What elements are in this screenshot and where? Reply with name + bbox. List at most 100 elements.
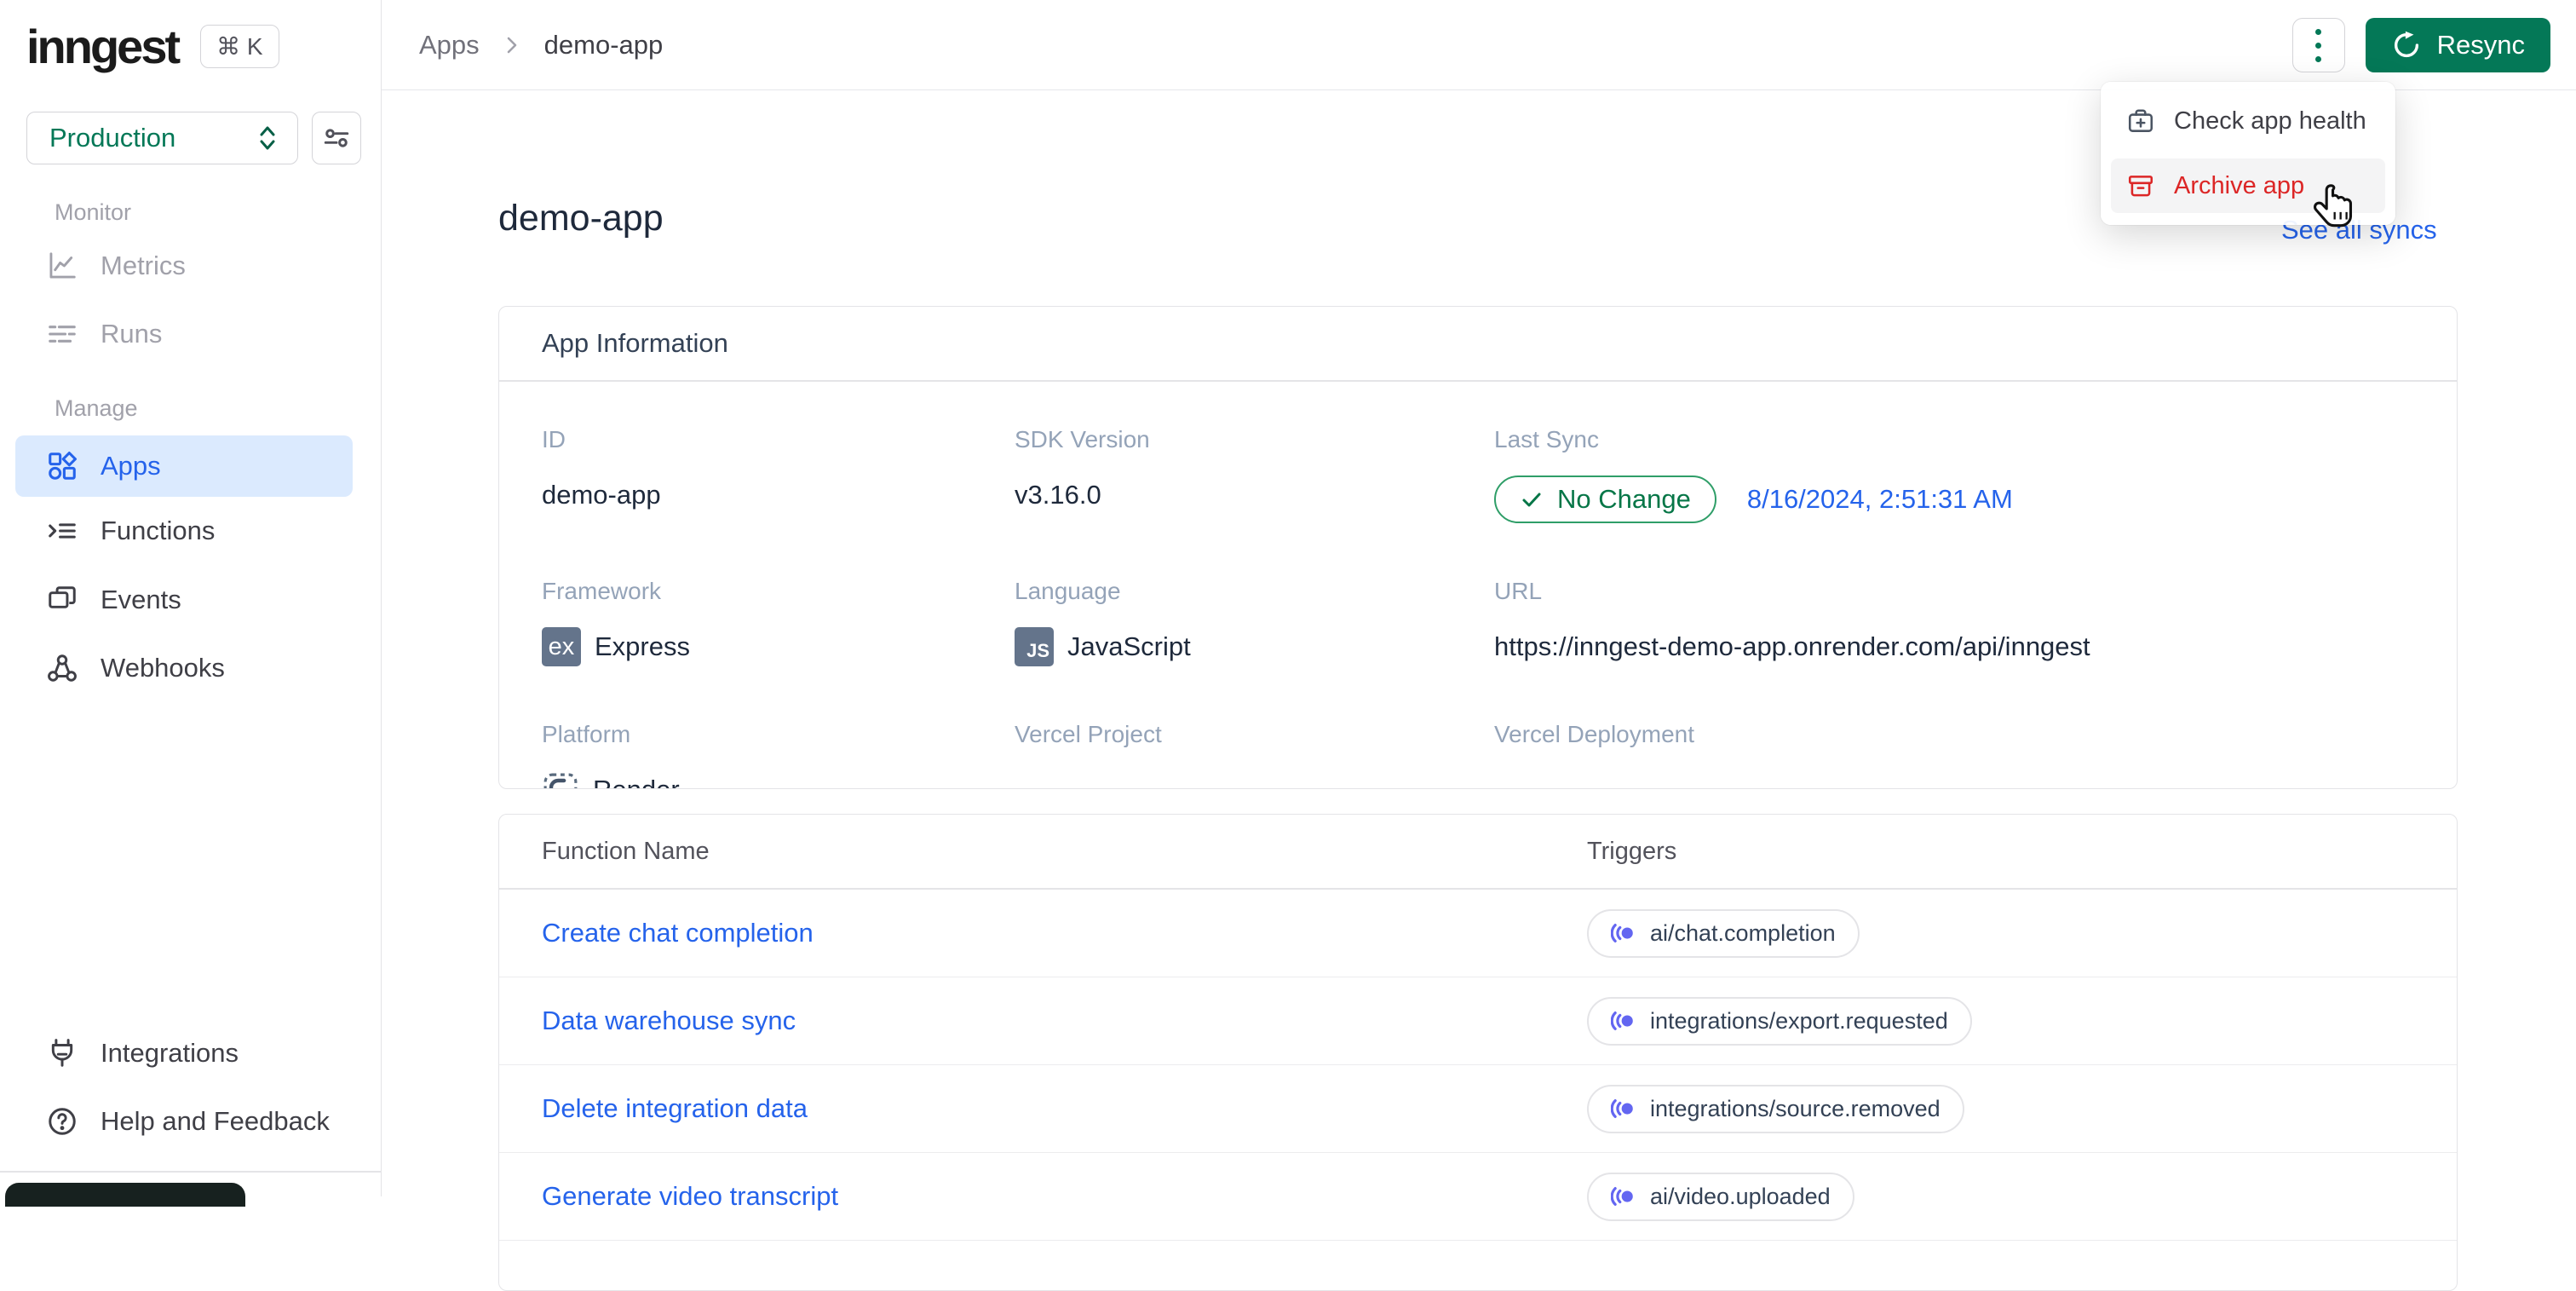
function-link[interactable]: Generate video transcript <box>542 1181 1587 1212</box>
functions-table-card: Function Name Triggers Create chat compl… <box>498 814 2458 1291</box>
sidebar-item-integrations[interactable]: Integrations <box>15 1023 353 1084</box>
sidebar-item-label: Webhooks <box>101 653 225 683</box>
field-vercel-deployment: Vercel Deployment - <box>1494 721 2414 788</box>
field-label: Vercel Project <box>1015 721 1162 747</box>
sidebar-item-label: Events <box>101 585 181 614</box>
sidebar-item-functions[interactable]: Functions <box>15 500 353 562</box>
trigger-badge: integrations/export.requested <box>1587 996 1972 1046</box>
trigger-badge: ai/chat.completion <box>1587 908 1860 958</box>
refresh-icon <box>2391 30 2422 61</box>
trigger-name: ai/video.uploaded <box>1650 1183 1831 1209</box>
sidebar-section-manage: Manage <box>55 395 138 421</box>
kebab-dot <box>2315 55 2322 62</box>
webhooks-icon <box>46 652 78 684</box>
trigger-name: integrations/source.removed <box>1650 1095 1941 1121</box>
sidebar-item-help-feedback[interactable]: Help and Feedback <box>15 1091 353 1152</box>
field-label: Framework <box>542 578 662 604</box>
sliders-icon <box>322 124 351 153</box>
sidebar-item-runs[interactable]: Runs <box>15 303 353 365</box>
mouse-cursor-pointer <box>2310 181 2363 233</box>
environment-filter-button[interactable] <box>312 112 361 164</box>
chevron-right-icon <box>502 33 522 57</box>
field-vercel-project: Vercel Project - <box>1015 721 1494 788</box>
table-row: Generate video transcript ai/video.uploa… <box>499 1153 2457 1241</box>
menu-item-check-app-health[interactable]: Check app health <box>2111 94 2385 148</box>
chart-line-icon <box>46 250 78 282</box>
page-title: demo-app <box>498 198 664 239</box>
function-link[interactable]: Data warehouse sync <box>542 1006 1587 1036</box>
app-actions-menu-button[interactable] <box>2291 18 2345 72</box>
breadcrumb-apps[interactable]: Apps <box>419 30 480 61</box>
sidebar-item-label: Runs <box>101 319 163 349</box>
event-trigger-icon <box>1611 1011 1633 1030</box>
sidebar-item-apps[interactable]: Apps <box>15 435 353 497</box>
field-sdk-version: SDK Version v3.16.0 <box>1015 426 1494 523</box>
sync-status-badge: No Change <box>1494 475 1716 523</box>
sidebar-item-label: Functions <box>101 516 216 545</box>
table-row: Create chat completion ai/chat.completio… <box>499 890 2457 977</box>
field-label: Vercel Deployment <box>1494 721 1695 747</box>
function-link[interactable]: Create chat completion <box>542 918 1587 948</box>
trigger-name: integrations/export.requested <box>1650 1007 1948 1034</box>
environment-row: Production <box>26 112 361 164</box>
field-value: - <box>1494 770 2414 788</box>
logo-row: inngest ⌘ K <box>26 19 279 74</box>
command-k-shortcut[interactable]: ⌘ K <box>200 25 279 68</box>
field-label: Last Sync <box>1494 426 1599 452</box>
field-last-sync: Last Sync No Change 8/16/2024, 2:51:31 A… <box>1494 426 2414 523</box>
app-information-title: App Information <box>499 307 2457 382</box>
app-information-card: App Information ID demo-app SDK Version … <box>498 306 2458 789</box>
sidebar-item-label: Apps <box>101 451 161 481</box>
archive-box-icon <box>2126 171 2155 200</box>
breadcrumb-current: demo-app <box>543 29 664 60</box>
render-icon <box>542 771 579 788</box>
event-trigger-icon <box>1611 1099 1633 1118</box>
field-label: Language <box>1015 578 1121 604</box>
trigger-name: ai/chat.completion <box>1650 919 1836 946</box>
event-trigger-icon <box>1611 1187 1633 1206</box>
health-kit-icon <box>2126 107 2155 135</box>
field-url: URL https://inngest-demo-app.onrender.co… <box>1494 578 2414 666</box>
field-value: ex Express <box>542 627 1015 666</box>
field-label: Platform <box>542 721 631 747</box>
event-trigger-icon <box>1611 924 1633 942</box>
sidebar-item-events[interactable]: Events <box>15 569 353 631</box>
field-id: ID demo-app <box>542 426 1015 523</box>
chevron-updown-icon <box>255 124 280 153</box>
function-link[interactable]: Delete integration data <box>542 1093 1587 1124</box>
sync-status-text: No Change <box>1557 484 1691 514</box>
inngest-logo: inngest <box>26 20 181 73</box>
events-icon <box>46 584 78 616</box>
topbar-actions: Resync <box>2291 18 2550 72</box>
breadcrumb: Apps demo-app <box>419 30 663 61</box>
sidebar: inngest ⌘ K Production Monitor Metrics R… <box>0 0 382 1207</box>
table-row: Data warehouse sync integrations/export.… <box>499 977 2457 1065</box>
sidebar-footer-divider <box>0 1171 382 1173</box>
field-value: https://inngest-demo-app.onrender.com/ap… <box>1494 631 2090 661</box>
last-sync-timestamp[interactable]: 8/16/2024, 2:51:31 AM <box>1747 484 2013 515</box>
sidebar-section-monitor: Monitor <box>55 199 132 225</box>
help-circle-icon <box>46 1105 78 1138</box>
field-language: Language JS JavaScript <box>1015 578 1494 666</box>
environment-select-value: Production <box>49 123 176 153</box>
resync-label: Resync <box>2436 30 2525 60</box>
field-label: SDK Version <box>1015 426 1150 452</box>
kebab-dot <box>2315 28 2322 35</box>
functions-icon <box>46 515 78 547</box>
resync-button[interactable]: Resync <box>2365 18 2550 72</box>
sidebar-item-label: Help and Feedback <box>101 1106 330 1136</box>
menu-item-label: Archive app <box>2174 171 2305 199</box>
environment-select[interactable]: Production <box>26 112 298 164</box>
sidebar-item-label: Metrics <box>101 251 186 280</box>
platform-name: Render <box>593 775 680 788</box>
profile-menu-partial[interactable] <box>5 1183 245 1207</box>
trigger-badge: ai/video.uploaded <box>1587 1172 1854 1221</box>
field-platform: Platform Render <box>542 721 1015 788</box>
kebab-dot <box>2315 42 2322 49</box>
plug-icon <box>46 1037 78 1069</box>
app-information-grid: ID demo-app SDK Version v3.16.0 Last Syn… <box>499 382 2457 788</box>
language-name: JavaScript <box>1067 631 1191 661</box>
sidebar-item-metrics[interactable]: Metrics <box>15 235 353 297</box>
field-value: Render <box>542 770 1015 788</box>
sidebar-item-webhooks[interactable]: Webhooks <box>15 637 353 699</box>
